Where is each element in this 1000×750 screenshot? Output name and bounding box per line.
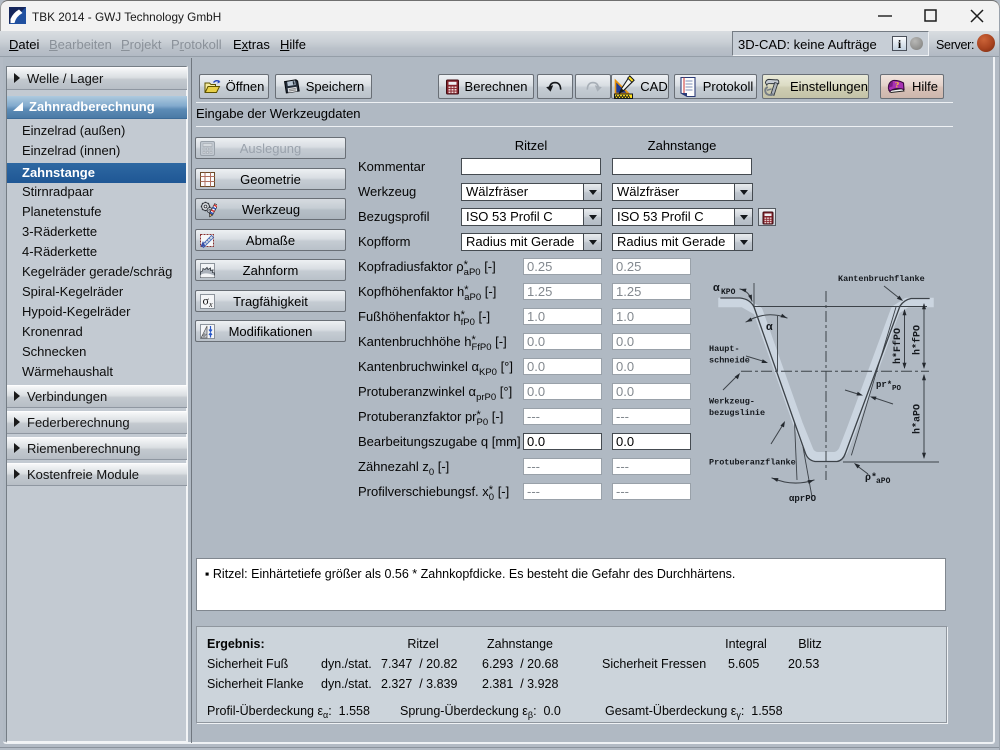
svg-text:Kantenbruchflanke: Kantenbruchflanke [838,274,925,284]
svg-text:Werkzeug-: Werkzeug- [709,397,755,407]
svg-text:Haupt-: Haupt- [709,344,740,354]
svg-text:pr*: pr* [876,380,892,390]
svg-text:Protuberanzflanke: Protuberanzflanke [709,458,796,468]
svg-text:bezugslinie: bezugslinie [709,408,765,418]
svg-text:?: ? [895,79,899,89]
svg-text:aPO: aPO [876,477,891,486]
svg-text:α: α [766,322,773,334]
svg-text:h*FfPO: h*FfPO [892,328,904,364]
svg-text:α: α [713,283,720,295]
svg-text:schneide: schneide [709,356,750,366]
svg-text:h*aPO: h*aPO [912,404,924,434]
svg-text:PO: PO [892,385,902,393]
svg-text:KPO: KPO [721,288,736,297]
svg-text:h*fPO: h*fPO [912,325,924,355]
svg-text:αprPO: αprPO [789,494,817,504]
